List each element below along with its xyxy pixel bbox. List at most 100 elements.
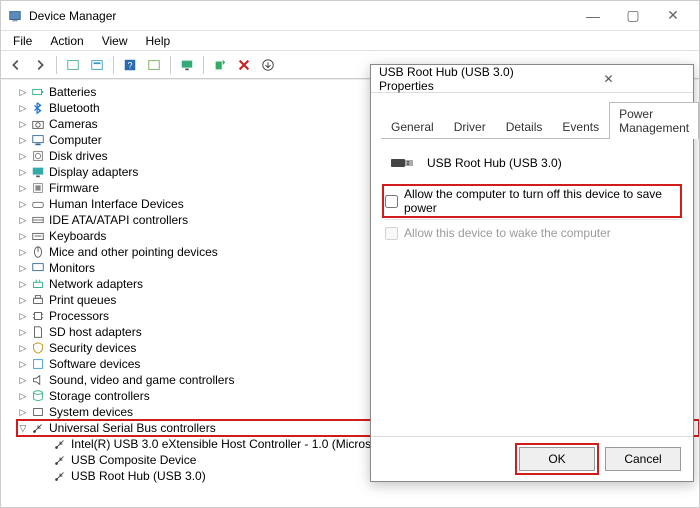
computer-icon xyxy=(30,132,46,148)
toolbar-icon-2[interactable] xyxy=(86,54,108,76)
scan-icon[interactable] xyxy=(209,54,231,76)
tree-item-label: Intel(R) USB 3.0 eXtensible Host Control… xyxy=(71,436,388,452)
expand-icon[interactable]: ▷ xyxy=(17,340,29,356)
tree-item-label: Disk drives xyxy=(49,148,108,164)
menu-action[interactable]: Action xyxy=(42,32,91,50)
ok-button[interactable]: OK xyxy=(519,447,595,471)
app-icon xyxy=(7,8,23,24)
system-icon xyxy=(30,404,46,420)
expand-icon[interactable]: ▷ xyxy=(17,84,29,100)
monitor-icon[interactable] xyxy=(176,54,198,76)
window-title: Device Manager xyxy=(29,9,573,23)
tree-item-label: Human Interface Devices xyxy=(49,196,184,212)
expand-icon[interactable]: ▷ xyxy=(17,260,29,276)
usb-device-icon xyxy=(389,153,417,173)
expand-icon[interactable]: ▷ xyxy=(17,324,29,340)
tree-item-label: Software devices xyxy=(49,356,140,372)
keyboard-icon xyxy=(30,228,46,244)
tree-item-label: Monitors xyxy=(49,260,95,276)
toolbar-icon-3[interactable] xyxy=(143,54,165,76)
usb-icon xyxy=(52,468,68,484)
tree-item-label: Print queues xyxy=(49,292,116,308)
storage-icon xyxy=(30,388,46,404)
bluetooth-icon xyxy=(30,100,46,116)
expand-icon[interactable]: ▷ xyxy=(17,100,29,116)
dialog-device-name: USB Root Hub (USB 3.0) xyxy=(427,156,562,170)
update-icon[interactable] xyxy=(257,54,279,76)
toolbar-icon-1[interactable] xyxy=(62,54,84,76)
tree-item-label: Display adapters xyxy=(49,164,138,180)
forward-icon[interactable] xyxy=(29,54,51,76)
tree-item-label: Batteries xyxy=(49,84,96,100)
tree-item-label: USB Root Hub (USB 3.0) xyxy=(71,468,206,484)
tab-power-management[interactable]: Power Management xyxy=(609,102,699,139)
camera-icon xyxy=(30,116,46,132)
menu-view[interactable]: View xyxy=(94,32,136,50)
tree-item-label: Universal Serial Bus controllers xyxy=(49,420,216,436)
tree-item-label: Mice and other pointing devices xyxy=(49,244,218,260)
expand-icon[interactable]: ▷ xyxy=(17,372,29,388)
expand-icon[interactable]: ▷ xyxy=(17,356,29,372)
expand-icon[interactable]: ▷ xyxy=(17,164,29,180)
tree-item-label: Sound, video and game controllers xyxy=(49,372,234,388)
software-icon xyxy=(30,356,46,372)
usb-icon xyxy=(52,436,68,452)
expand-icon[interactable]: ▷ xyxy=(17,132,29,148)
expand-icon[interactable]: ▷ xyxy=(17,292,29,308)
expand-icon[interactable]: ▷ xyxy=(17,228,29,244)
expand-icon[interactable]: ▷ xyxy=(17,116,29,132)
sound-icon xyxy=(30,372,46,388)
expand-icon[interactable]: ▷ xyxy=(17,276,29,292)
security-icon xyxy=(30,340,46,356)
sd-icon xyxy=(30,324,46,340)
menu-file[interactable]: File xyxy=(5,32,40,50)
expand-icon[interactable]: ▷ xyxy=(17,196,29,212)
usb-icon xyxy=(52,452,68,468)
expand-icon[interactable]: ▷ xyxy=(17,212,29,228)
dialog-title: USB Root Hub (USB 3.0) Properties xyxy=(379,65,532,93)
expand-icon[interactable]: ▷ xyxy=(17,388,29,404)
tree-item-label: Security devices xyxy=(49,340,136,356)
expand-icon[interactable]: ▷ xyxy=(17,404,29,420)
cancel-button[interactable]: Cancel xyxy=(605,447,681,471)
usb-icon xyxy=(30,420,46,436)
back-icon[interactable] xyxy=(5,54,27,76)
tab-events[interactable]: Events xyxy=(552,115,609,138)
power-save-checkbox[interactable] xyxy=(385,195,398,208)
hid-icon xyxy=(30,196,46,212)
battery-icon xyxy=(30,84,46,100)
monitor-icon xyxy=(30,260,46,276)
titlebar: Device Manager — ▢ ✕ xyxy=(1,1,699,31)
expand-icon[interactable]: ▷ xyxy=(17,180,29,196)
cpu-icon xyxy=(30,308,46,324)
tab-driver[interactable]: Driver xyxy=(444,115,496,138)
expand-icon[interactable]: ▷ xyxy=(17,244,29,260)
help-icon[interactable]: ? xyxy=(119,54,141,76)
expand-icon[interactable]: ▷ xyxy=(17,148,29,164)
tree-item-label: System devices xyxy=(49,404,133,420)
mouse-icon xyxy=(30,244,46,260)
close-button[interactable]: ✕ xyxy=(653,2,693,30)
svg-text:?: ? xyxy=(128,60,133,70)
tab-details[interactable]: Details xyxy=(496,115,553,138)
collapse-icon[interactable]: ▽ xyxy=(17,420,29,436)
tree-item-label: Network adapters xyxy=(49,276,143,292)
tree-item-label: IDE ATA/ATAPI controllers xyxy=(49,212,188,228)
maximize-button[interactable]: ▢ xyxy=(613,2,653,30)
tree-item-label: SD host adapters xyxy=(49,324,142,340)
menu-help[interactable]: Help xyxy=(138,32,179,50)
expand-icon[interactable]: ▷ xyxy=(17,308,29,324)
dialog-close-icon[interactable]: ✕ xyxy=(532,67,685,91)
tree-item-label: Bluetooth xyxy=(49,100,100,116)
tree-item-label: Keyboards xyxy=(49,228,106,244)
properties-dialog: USB Root Hub (USB 3.0) Properties ✕ Gene… xyxy=(370,64,694,482)
power-save-checkbox-row[interactable]: Allow the computer to turn off this devi… xyxy=(385,187,679,215)
tab-general[interactable]: General xyxy=(381,115,444,138)
firmware-icon xyxy=(30,180,46,196)
disk-icon xyxy=(30,148,46,164)
tree-item-label: Cameras xyxy=(49,116,98,132)
uninstall-icon[interactable] xyxy=(233,54,255,76)
network-icon xyxy=(30,276,46,292)
wake-checkbox-row: Allow this device to wake the computer xyxy=(385,226,679,240)
minimize-button[interactable]: — xyxy=(573,2,613,30)
